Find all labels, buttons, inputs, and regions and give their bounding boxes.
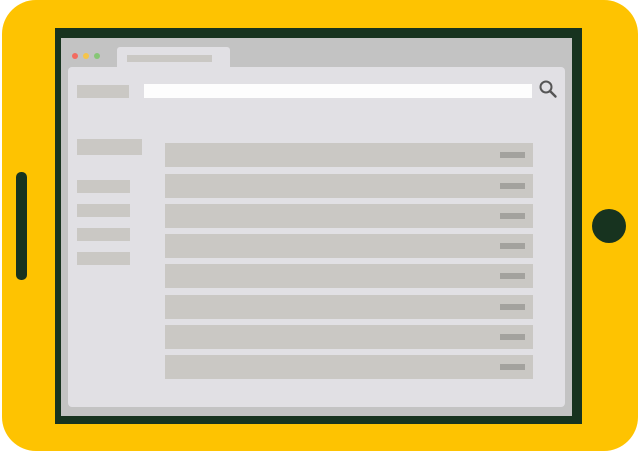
list-item[interactable] (165, 325, 533, 349)
list-item[interactable] (165, 204, 533, 228)
close-window-dot[interactable] (72, 53, 78, 59)
list-item[interactable] (165, 174, 533, 198)
list-item[interactable] (165, 264, 533, 288)
list-item[interactable] (165, 234, 533, 258)
sidebar-item-4[interactable] (77, 252, 130, 265)
search-input[interactable] (144, 84, 532, 98)
search-icon[interactable] (538, 79, 558, 99)
row-badge (500, 213, 525, 219)
window-controls (72, 53, 100, 59)
side-button[interactable] (16, 172, 27, 280)
sidebar-item-2[interactable] (77, 204, 130, 217)
sidebar-item-3[interactable] (77, 228, 130, 241)
list-item[interactable] (165, 355, 533, 379)
row-badge (500, 304, 525, 310)
list-item[interactable] (165, 295, 533, 319)
row-badge (500, 152, 525, 158)
logo-placeholder[interactable] (77, 85, 129, 98)
maximize-window-dot[interactable] (94, 53, 100, 59)
list-item[interactable] (165, 143, 533, 167)
minimize-window-dot[interactable] (83, 53, 89, 59)
tab-title-placeholder (127, 55, 212, 62)
web-page (68, 67, 565, 407)
row-badge (500, 273, 525, 279)
row-badge (500, 243, 525, 249)
row-badge (500, 364, 525, 370)
row-badge (500, 183, 525, 189)
home-button[interactable] (592, 209, 626, 243)
sidebar-heading-placeholder (77, 139, 142, 155)
sidebar-item-1[interactable] (77, 180, 130, 193)
browser-window (61, 38, 572, 416)
row-badge (500, 334, 525, 340)
